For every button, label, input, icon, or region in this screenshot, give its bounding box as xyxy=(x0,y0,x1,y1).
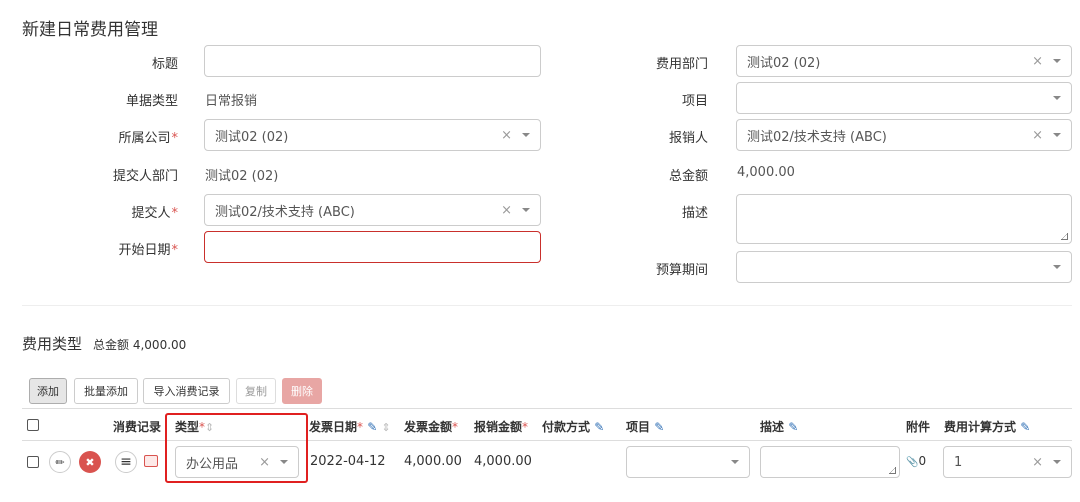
budget-period-select[interactable] xyxy=(736,251,1072,283)
chevron-down-icon[interactable] xyxy=(522,133,530,137)
edit-icon: ✎ xyxy=(1020,420,1031,434)
cost-dept-select[interactable]: 测试02 (02) × xyxy=(736,45,1072,77)
col-reimburse-amount[interactable]: 报销金额* xyxy=(474,418,528,435)
row-invoice-amount: 4,000.00 xyxy=(404,454,462,469)
project-label: 项目 xyxy=(681,94,708,109)
row-description-textarea[interactable] xyxy=(760,446,900,478)
import-records-button[interactable]: 导入消费记录 xyxy=(143,378,230,404)
highlight-box xyxy=(165,413,308,483)
edit-icon: ✎ xyxy=(594,420,605,434)
col-payment-method[interactable]: 付款方式 ✎ xyxy=(542,418,604,435)
start-date-label: 开始日期* xyxy=(118,243,178,258)
reimburser-select-value: 测试02/技术支持 (ABC) xyxy=(747,129,887,145)
col-records: 消费记录 xyxy=(113,420,162,434)
copy-button[interactable]: 复制 xyxy=(236,378,276,404)
submitter-dept-value: 测试02 (02) xyxy=(205,169,279,184)
description-label: 描述 xyxy=(681,206,708,221)
cost-dept-select-value: 测试02 (02) xyxy=(747,55,821,71)
submitter-dept-label: 提交人部门 xyxy=(112,169,178,184)
chevron-down-icon[interactable] xyxy=(1053,59,1061,63)
row-checkbox[interactable] xyxy=(27,456,39,468)
row-project-select[interactable] xyxy=(626,446,750,478)
col-invoice-amount[interactable]: 发票金额* xyxy=(404,418,458,435)
edit-icon: ✎ xyxy=(367,420,378,434)
select-all-checkbox[interactable] xyxy=(27,419,39,431)
clear-icon[interactable]: × xyxy=(1032,128,1043,143)
pencil-icon[interactable]: ✏ xyxy=(49,451,71,473)
row-reimburse-amount: 4,000.00 xyxy=(474,454,532,469)
chevron-down-icon[interactable] xyxy=(731,460,739,464)
row-attachment[interactable]: 📎0 xyxy=(906,454,926,468)
submitter-label: 提交人* xyxy=(131,206,178,221)
chevron-down-icon[interactable] xyxy=(1053,460,1061,464)
delete-button[interactable]: 删除 xyxy=(282,378,322,404)
divider xyxy=(22,305,1072,306)
col-attachment: 附件 xyxy=(906,420,931,434)
title-label: 标题 xyxy=(151,57,178,72)
col-calc-method[interactable]: 费用计算方式 ✎ xyxy=(944,418,1030,435)
menu-icon[interactable]: ≡ xyxy=(115,451,137,473)
clear-icon[interactable]: × xyxy=(501,128,512,143)
chevron-down-icon[interactable] xyxy=(1053,133,1061,137)
chevron-down-icon[interactable] xyxy=(522,208,530,212)
cost-dept-label: 费用部门 xyxy=(655,57,708,72)
doc-type-label: 单据类型 xyxy=(125,94,178,109)
remove-icon[interactable]: ✖ xyxy=(79,451,101,473)
doc-type-value: 日常报销 xyxy=(205,94,258,109)
budget-period-label: 预算期间 xyxy=(655,263,708,278)
resize-handle-icon[interactable] xyxy=(1061,233,1068,240)
total-value: 4,000.00 xyxy=(737,165,795,180)
reimburser-select[interactable]: 测试02/技术支持 (ABC) × xyxy=(736,119,1072,151)
clear-icon[interactable]: × xyxy=(1032,54,1043,69)
submitter-select-value: 测试02/技术支持 (ABC) xyxy=(215,204,355,220)
edit-icon: ✎ xyxy=(788,420,799,434)
batch-add-button[interactable]: 批量添加 xyxy=(74,378,138,404)
submitter-select[interactable]: 测试02/技术支持 (ABC) × xyxy=(204,194,541,226)
title-input[interactable] xyxy=(204,45,541,77)
chevron-down-icon[interactable] xyxy=(1053,265,1061,269)
start-date-input[interactable] xyxy=(204,231,541,263)
section-total: 总金额 4,000.00 xyxy=(93,338,187,352)
row-calc-method-value: 1 xyxy=(954,454,963,470)
col-description[interactable]: 描述 ✎ xyxy=(760,418,798,435)
col-project[interactable]: 项目 ✎ xyxy=(626,418,664,435)
clear-icon[interactable]: × xyxy=(1032,455,1043,470)
reimburser-label: 报销人 xyxy=(668,131,708,146)
company-label: 所属公司* xyxy=(118,131,178,146)
clear-icon[interactable]: × xyxy=(501,203,512,218)
receipt-icon[interactable] xyxy=(144,455,158,467)
chevron-down-icon[interactable] xyxy=(1053,96,1061,100)
resize-handle-icon[interactable] xyxy=(889,467,896,474)
total-label: 总金额 xyxy=(668,169,708,184)
row-invoice-date: 2022-04-12 xyxy=(310,454,386,469)
table-top-border xyxy=(22,408,1072,409)
add-button[interactable]: 添加 xyxy=(29,378,67,404)
edit-icon: ✎ xyxy=(654,420,665,434)
row-calc-method-select[interactable]: 1 × xyxy=(943,446,1072,478)
paperclip-icon: 📎 xyxy=(906,457,919,468)
company-select-value: 测试02 (02) xyxy=(215,129,289,145)
page-title: 新建日常费用管理 xyxy=(22,20,158,40)
sort-icon: ⇕ xyxy=(381,421,391,434)
company-select[interactable]: 测试02 (02) × xyxy=(204,119,541,151)
description-textarea[interactable] xyxy=(736,194,1072,244)
project-select[interactable] xyxy=(736,82,1072,114)
col-invoice-date[interactable]: 发票日期* ✎ ⇕ xyxy=(309,418,391,435)
section-title: 费用类型 xyxy=(22,335,83,353)
